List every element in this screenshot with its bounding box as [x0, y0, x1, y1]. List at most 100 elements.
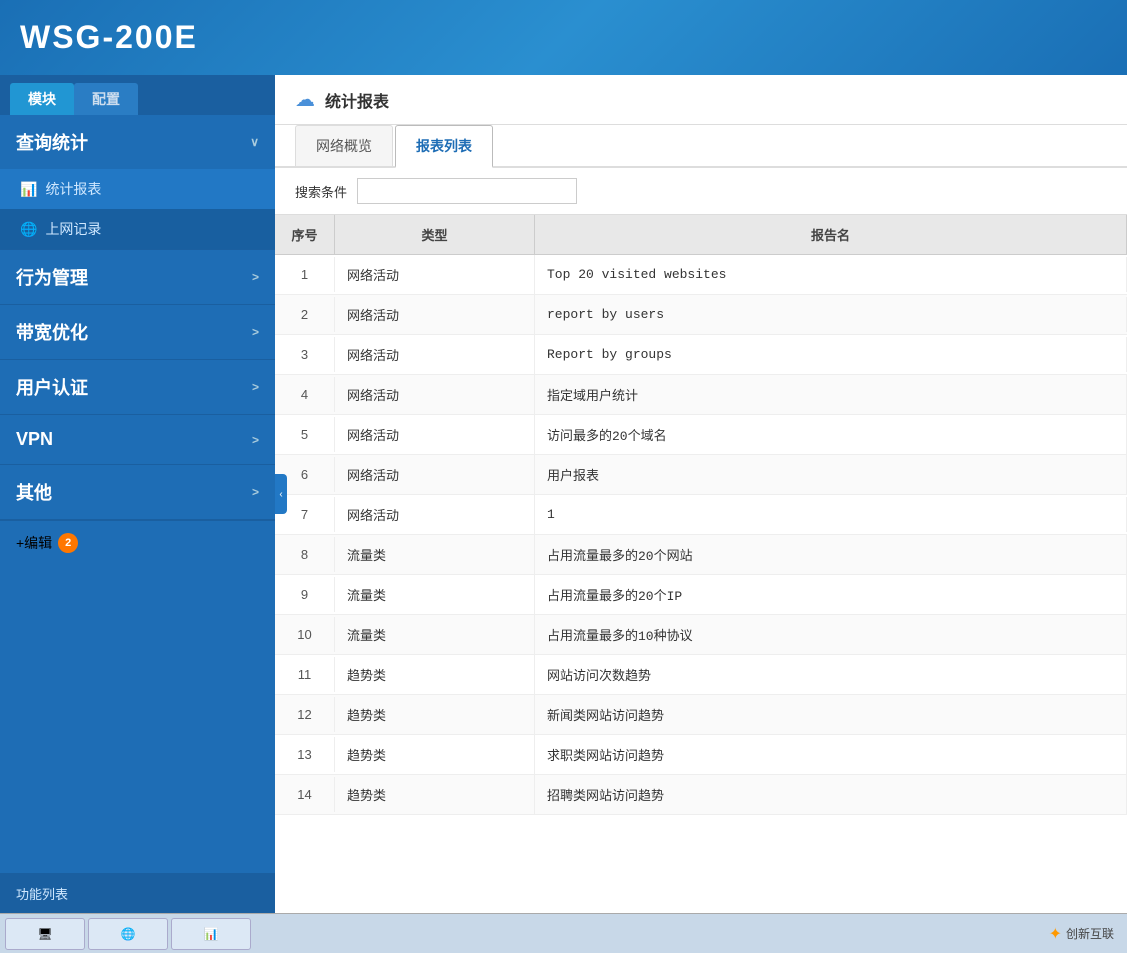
content-header: ☁ 统计报表 [275, 75, 1127, 125]
cell-report: Report by groups [535, 337, 1127, 372]
table-row[interactable]: 7 网络活动 1 [275, 495, 1127, 535]
chevron-right-icon-bandwidth: > [252, 325, 259, 339]
sidebar: 模块 配置 查询统计 ∨ 📊 统计报表 🌐 上网记录 行为管理 > [0, 75, 275, 913]
table-row[interactable]: 14 趋势类 招聘类网站访问趋势 [275, 775, 1127, 815]
table-row[interactable]: 5 网络活动 访问最多的20个域名 [275, 415, 1127, 455]
cell-type: 流量类 [335, 535, 535, 574]
sidebar-item-stats-report[interactable]: 📊 统计报表 [0, 169, 275, 209]
cell-report: 用户报表 [535, 455, 1127, 494]
search-input[interactable] [357, 178, 577, 204]
cell-report: Top 20 visited websites [535, 257, 1127, 292]
nav-section-vpn: VPN > [0, 415, 275, 465]
sidebar-tab-module[interactable]: 模块 [10, 83, 74, 115]
content-area: ☁ 统计报表 网络概览 报表列表 搜索条件 序号 类型 报告 [275, 75, 1127, 913]
sidebar-item-other[interactable]: 其他 > [0, 465, 275, 519]
cell-seq: 4 [275, 377, 335, 412]
table-row[interactable]: 2 网络活动 report by users [275, 295, 1127, 335]
cell-report: 1 [535, 497, 1127, 532]
taskbar-item-2[interactable]: 🌐 [88, 918, 168, 950]
logo-text: 创新互联 [1066, 925, 1114, 942]
cell-type: 网络活动 [335, 295, 535, 334]
edit-badge[interactable]: +编辑 2 [16, 533, 78, 553]
taskbar-icon-1: 🖥 [37, 927, 52, 941]
tab-report-list[interactable]: 报表列表 [395, 125, 493, 168]
search-label: 搜索条件 [295, 182, 347, 201]
cell-seq: 12 [275, 697, 335, 732]
cell-type: 流量类 [335, 575, 535, 614]
cell-seq: 8 [275, 537, 335, 572]
cell-report: 求职类网站访问趋势 [535, 735, 1127, 774]
table-row[interactable]: 1 网络活动 Top 20 visited websites [275, 255, 1127, 295]
main-layout: 模块 配置 查询统计 ∨ 📊 统计报表 🌐 上网记录 行为管理 > [0, 75, 1127, 913]
taskbar-icon-3: 📊 [204, 927, 219, 941]
table-header: 序号 类型 报告名 [275, 215, 1127, 255]
nav-section-user-auth: 用户认证 > [0, 360, 275, 415]
cell-type: 趋势类 [335, 695, 535, 734]
cell-report: 占用流量最多的20个网站 [535, 535, 1127, 574]
sidebar-item-behavior[interactable]: 行为管理 > [0, 250, 275, 304]
cell-report: report by users [535, 297, 1127, 332]
sidebar-tab-config[interactable]: 配置 [74, 83, 138, 115]
sidebar-item-label-query-stats: 查询统计 [16, 129, 88, 155]
cell-seq: 3 [275, 337, 335, 372]
cell-seq: 10 [275, 617, 335, 652]
nav-section-behavior: 行为管理 > [0, 250, 275, 305]
table-row[interactable]: 13 趋势类 求职类网站访问趋势 [275, 735, 1127, 775]
search-bar: 搜索条件 [275, 168, 1127, 215]
app-header: WSG-200E [0, 0, 1127, 75]
cell-type: 趋势类 [335, 735, 535, 774]
taskbar-icon-2: 🌐 [121, 927, 136, 941]
taskbar-item-1[interactable]: 🖥 [5, 918, 85, 950]
tab-network-overview[interactable]: 网络概览 [295, 125, 393, 166]
taskbar: 🖥 🌐 📊 ✦ 创新互联 [0, 913, 1127, 953]
cell-seq: 2 [275, 297, 335, 332]
cell-type: 网络活动 [335, 335, 535, 374]
sidebar-item-user-auth[interactable]: 用户认证 > [0, 360, 275, 414]
col-header-report: 报告名 [535, 215, 1127, 254]
sidebar-item-label-vpn: VPN [16, 429, 53, 450]
nav-section-other: 其他 > [0, 465, 275, 520]
sidebar-tab-bar: 模块 配置 [0, 75, 275, 115]
cell-report: 指定域用户统计 [535, 375, 1127, 414]
cell-seq: 14 [275, 777, 335, 812]
table-body: 1 网络活动 Top 20 visited websites 2 网络活动 re… [275, 255, 1127, 913]
sidebar-item-vpn[interactable]: VPN > [0, 415, 275, 464]
cell-seq: 13 [275, 737, 335, 772]
sidebar-item-bandwidth[interactable]: 带宽优化 > [0, 305, 275, 359]
nav-section-query-stats: 查询统计 ∨ 📊 统计报表 🌐 上网记录 [0, 115, 275, 250]
edit-count-badge: 2 [58, 533, 78, 553]
col-header-seq: 序号 [275, 215, 335, 254]
nav-section-bandwidth: 带宽优化 > [0, 305, 275, 360]
cell-type: 趋势类 [335, 655, 535, 694]
chevron-right-icon-other: > [252, 485, 259, 499]
table-row[interactable]: 10 流量类 占用流量最多的10种协议 [275, 615, 1127, 655]
table-row[interactable]: 8 流量类 占用流量最多的20个网站 [275, 535, 1127, 575]
sidebar-item-label-internet-log: 上网记录 [45, 219, 101, 239]
edit-section: +编辑 2 [0, 520, 275, 565]
cell-type: 网络活动 [335, 495, 535, 534]
table-row[interactable]: 4 网络活动 指定域用户统计 [275, 375, 1127, 415]
cell-type: 网络活动 [335, 415, 535, 454]
bottom-logo-area: ✦ 创新互联 [1041, 924, 1122, 944]
sidebar-item-internet-log[interactable]: 🌐 上网记录 [0, 209, 275, 249]
sidebar-item-label-bandwidth: 带宽优化 [16, 319, 88, 345]
table-row[interactable]: 12 趋势类 新闻类网站访问趋势 [275, 695, 1127, 735]
table-row[interactable]: 3 网络活动 Report by groups [275, 335, 1127, 375]
cell-report: 新闻类网站访问趋势 [535, 695, 1127, 734]
table-row[interactable]: 11 趋势类 网站访问次数趋势 [275, 655, 1127, 695]
app-title: WSG-200E [20, 19, 198, 56]
chevron-right-icon-user-auth: > [252, 380, 259, 394]
cell-seq: 5 [275, 417, 335, 452]
sidebar-footer: 功能列表 [0, 873, 275, 913]
sidebar-footer-label: 功能列表 [16, 887, 68, 902]
table-row[interactable]: 9 流量类 占用流量最多的20个IP [275, 575, 1127, 615]
cell-seq: 11 [275, 657, 335, 692]
stats-report-icon: 📊 [20, 181, 37, 198]
page-title: 统计报表 [325, 88, 389, 112]
cell-report: 访问最多的20个域名 [535, 415, 1127, 454]
cell-report: 网站访问次数趋势 [535, 655, 1127, 694]
sidebar-collapse-button[interactable]: ‹ [275, 474, 287, 514]
sidebar-item-query-stats[interactable]: 查询统计 ∨ [0, 115, 275, 169]
taskbar-item-3[interactable]: 📊 [171, 918, 251, 950]
table-row[interactable]: 6 网络活动 用户报表 [275, 455, 1127, 495]
